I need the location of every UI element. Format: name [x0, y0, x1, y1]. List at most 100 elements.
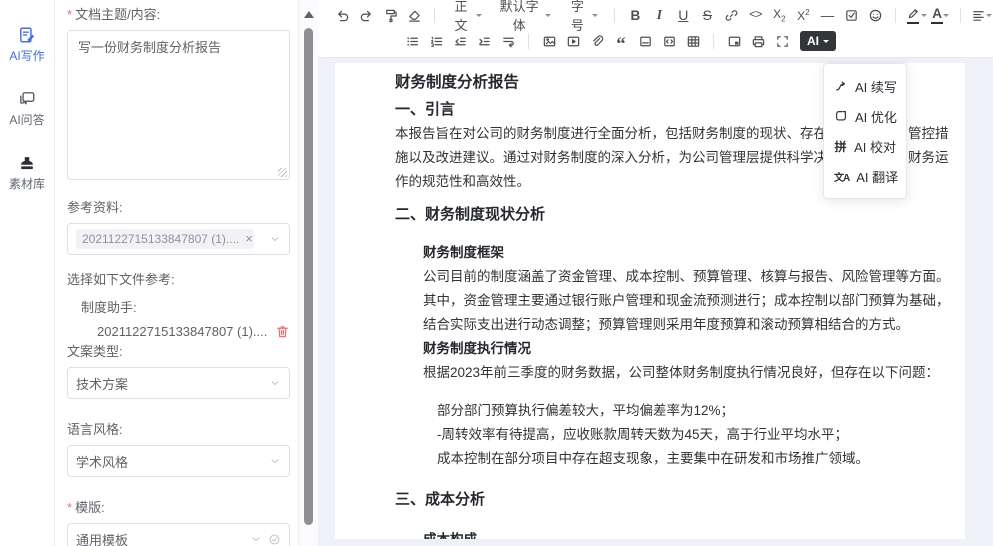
- table-icon: [686, 34, 701, 49]
- ai-menu-item[interactable]: AI 续写: [824, 71, 906, 101]
- print-icon[interactable]: [746, 29, 770, 53]
- bold-icon: B: [630, 8, 640, 23]
- ai-write-form-panel: *文档主题/内容: 写一份财务制度分析报告 参考资料: 202112271513…: [55, 0, 298, 546]
- bold-icon[interactable]: B: [623, 3, 647, 27]
- ai-button-label: AI: [807, 34, 819, 48]
- font-color-icon[interactable]: A: [928, 3, 952, 27]
- ai-dropdown-menu: AI 续写AI 优化拼AI 校对文AAI 翻译: [823, 63, 907, 199]
- bullet-list-icon[interactable]: [400, 29, 424, 53]
- underline-icon[interactable]: U: [671, 3, 695, 27]
- ai-menu-item[interactable]: 文AAI 翻译: [824, 161, 906, 191]
- scroll-up-arrow[interactable]: [304, 6, 314, 18]
- line-break-icon: [501, 34, 516, 49]
- sidebar-item-ai-qa[interactable]: AI问答: [9, 90, 44, 128]
- nav-rail: AI写作 AI问答素材库: [0, 0, 55, 546]
- template-select[interactable]: 通用模板: [67, 523, 290, 546]
- reference-label: 参考资料:: [67, 199, 290, 217]
- attachment-icon: [590, 34, 605, 49]
- language-style-label: 语言风格:: [67, 421, 290, 439]
- emoji-icon[interactable]: [863, 3, 887, 27]
- highlight-color-icon[interactable]: [904, 3, 928, 27]
- doc-p1: 结合实际支出进行动态调整；预算管理则采用年度预算和滚动预算相结合的方式。: [423, 313, 949, 337]
- outdent-icon[interactable]: [448, 29, 472, 53]
- page-mode-icon[interactable]: [722, 29, 746, 53]
- table-icon[interactable]: [681, 29, 705, 53]
- language-style-value: 学术风格: [76, 452, 269, 471]
- reference-select[interactable]: 2021122715133847807 (1).... ×: [67, 223, 290, 255]
- toolbar-separator: [528, 34, 529, 49]
- sidebar-item-library[interactable]: 素材库: [9, 154, 45, 192]
- paragraph-style-dropdown[interactable]: 正文: [443, 3, 490, 27]
- clear-format-icon[interactable]: [402, 3, 426, 27]
- redo-icon[interactable]: [354, 3, 378, 27]
- task-list-icon: [844, 8, 859, 23]
- italic-icon[interactable]: I: [647, 3, 671, 27]
- doc-h3: 财务制度框架: [423, 241, 949, 265]
- video-icon: [566, 34, 581, 49]
- inline-code-icon[interactable]: <>: [743, 3, 767, 27]
- toolbar-separator: [895, 8, 896, 23]
- font-family-dropdown[interactable]: 默认字体: [490, 3, 559, 27]
- line-break-icon[interactable]: [496, 29, 520, 53]
- toolbar-separator: [960, 8, 961, 23]
- clear-format-icon: [407, 8, 422, 23]
- horizontal-rule-icon[interactable]: —: [815, 3, 839, 27]
- doc-type-select[interactable]: 技术方案: [67, 367, 290, 399]
- caret-down-icon: [592, 14, 598, 20]
- ai-menu-item[interactable]: AI 优化: [824, 101, 906, 131]
- library-icon: [18, 154, 36, 172]
- doc-h2: 二、财务制度现状分析: [395, 202, 949, 227]
- highlight-color-icon: [906, 6, 921, 21]
- image-icon: [542, 34, 557, 49]
- strikethrough-icon[interactable]: S: [695, 3, 719, 27]
- subscript-icon[interactable]: X2: [767, 3, 791, 27]
- ai-dropdown-button[interactable]: AI: [800, 31, 836, 51]
- attachment-icon[interactable]: [585, 29, 609, 53]
- doc-p2: 成本控制在部分项目中存在超支现象，主要集中在研发和市场推广领域。: [437, 447, 949, 471]
- doc-edit-icon: [18, 26, 36, 44]
- chat-icon: [18, 90, 36, 108]
- sidebar-item-label: AI问答: [9, 111, 44, 128]
- doc-h2: 三、成本分析: [395, 487, 949, 512]
- sidebar-item-ai-write[interactable]: AI写作: [9, 26, 44, 64]
- task-list-icon[interactable]: [839, 3, 863, 27]
- strikethrough-icon: S: [703, 7, 712, 23]
- link-icon[interactable]: [719, 3, 743, 27]
- superscript-icon[interactable]: X2: [791, 3, 815, 27]
- language-style-select[interactable]: 学术风格: [67, 445, 290, 477]
- superscript-icon: X2: [797, 8, 809, 23]
- divider-icon[interactable]: [633, 29, 657, 53]
- image-icon[interactable]: [537, 29, 561, 53]
- ai-menu-item[interactable]: 拼AI 校对: [824, 131, 906, 161]
- format-painter-icon[interactable]: [378, 3, 402, 27]
- chevron-down-icon: [269, 455, 281, 467]
- trash-icon[interactable]: [275, 324, 290, 339]
- scrollbar-thumb[interactable]: [304, 28, 313, 525]
- fullscreen-icon: [775, 34, 790, 49]
- app-window: AI写作 AI问答素材库 *文档主题/内容: 写一份财务制度分析报告 参考资料: …: [0, 0, 993, 546]
- topic-label: *文档主题/内容:: [67, 6, 290, 24]
- video-icon[interactable]: [561, 29, 585, 53]
- textarea-resize-handle[interactable]: [278, 168, 287, 177]
- blockquote-icon[interactable]: “: [609, 29, 633, 53]
- editor-toolbar: 正文默认字体字号 BIUS <> X2 X2 — A “ AI: [318, 0, 993, 58]
- doc-p1: 其中，资金管理主要通过银行账户管理和现金流预测进行；成本控制以部门预算为基础，: [423, 289, 949, 313]
- undo-icon[interactable]: [330, 3, 354, 27]
- indent-icon[interactable]: [472, 29, 496, 53]
- check-circle-icon: [268, 533, 281, 546]
- font-size-dropdown[interactable]: 字号: [559, 3, 606, 27]
- tag-close-icon[interactable]: ×: [245, 234, 253, 244]
- color-indicator-bar: [907, 22, 919, 25]
- fullscreen-icon[interactable]: [770, 29, 794, 53]
- sidebar-item-label: AI写作: [9, 47, 44, 64]
- caret-down-icon: [545, 14, 551, 20]
- ordered-list-icon[interactable]: [424, 29, 448, 53]
- caret-down-icon: [943, 14, 949, 20]
- undo-icon: [335, 8, 350, 23]
- topic-textarea[interactable]: 写一份财务制度分析报告: [67, 30, 290, 180]
- ai-proofread-icon: 拼: [834, 138, 847, 155]
- code-block-icon[interactable]: [657, 29, 681, 53]
- align-icon[interactable]: [969, 3, 993, 27]
- required-mark: *: [67, 500, 72, 515]
- subscript-icon: X2: [773, 7, 785, 23]
